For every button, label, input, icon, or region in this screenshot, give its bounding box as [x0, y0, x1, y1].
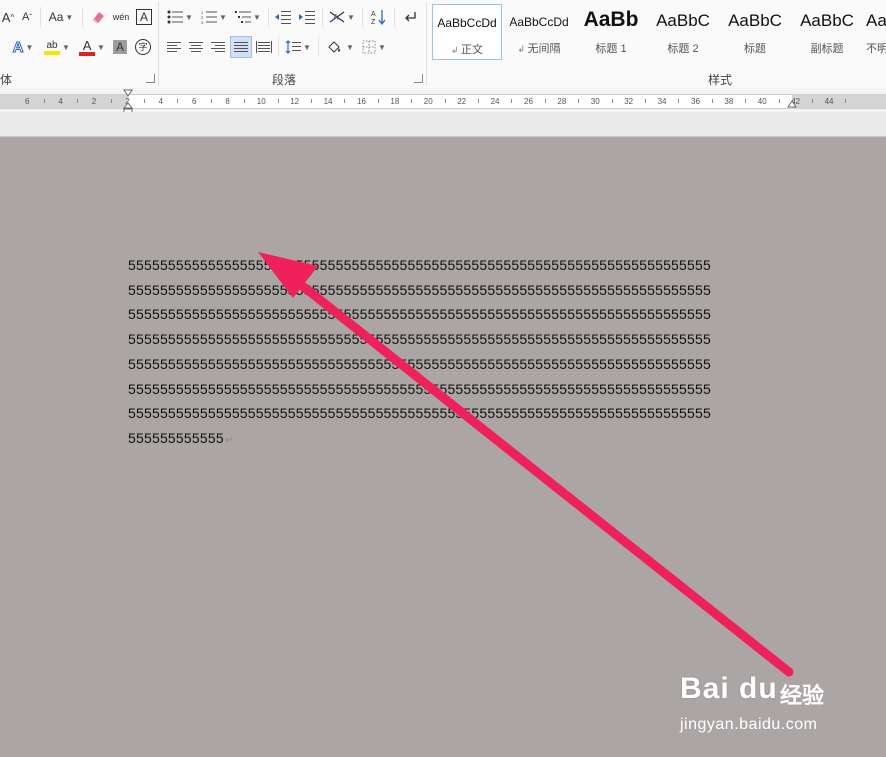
annotation-arrow — [258, 252, 794, 677]
baidu-logo: Bai du — [680, 672, 778, 705]
watermark-brand: 经验 — [780, 683, 825, 708]
baidu-watermark: Bai du 经验 jingyan.baidu.com — [676, 672, 846, 742]
watermark-url: jingyan.baidu.com — [680, 716, 818, 733]
